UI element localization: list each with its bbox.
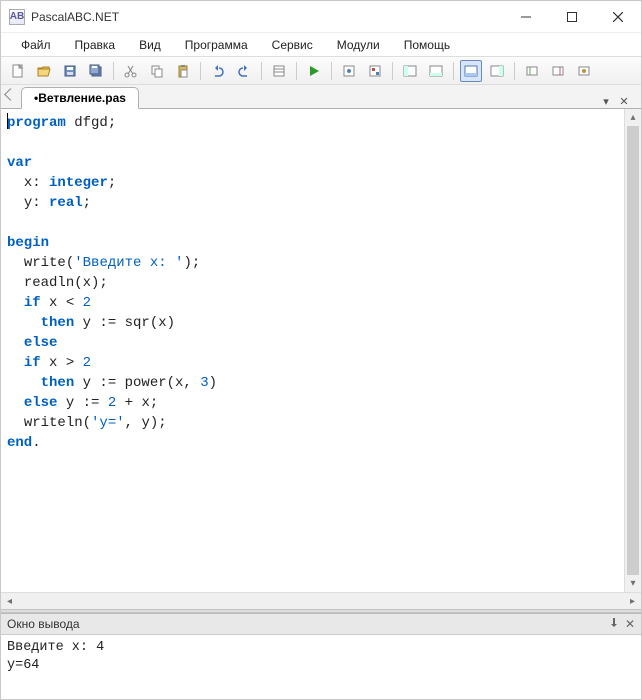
tabbar: •Ветвление.pas ▾ ✕ bbox=[1, 85, 641, 109]
minimize-button[interactable] bbox=[503, 2, 549, 32]
pane2-icon[interactable] bbox=[425, 60, 447, 82]
tab-active[interactable]: •Ветвление.pas bbox=[21, 87, 139, 109]
run-icon[interactable] bbox=[303, 60, 325, 82]
tab-dropdown-icon[interactable]: ▾ bbox=[599, 94, 613, 108]
paste-icon[interactable] bbox=[172, 60, 194, 82]
copy-icon[interactable] bbox=[146, 60, 168, 82]
code-editor[interactable]: program dfgd; var x: integer; y: real; b… bbox=[1, 109, 624, 592]
compile-icon[interactable] bbox=[338, 60, 360, 82]
output-line: y=64 bbox=[7, 658, 39, 673]
text-caret bbox=[7, 113, 8, 129]
redo-icon[interactable] bbox=[233, 60, 255, 82]
tool2-icon[interactable] bbox=[547, 60, 569, 82]
close-button[interactable] bbox=[595, 2, 641, 32]
window-title: PascalABC.NET bbox=[31, 10, 119, 24]
menu-modules[interactable]: Модули bbox=[325, 35, 392, 55]
cut-icon[interactable] bbox=[120, 60, 142, 82]
output-close-icon[interactable]: ✕ bbox=[625, 617, 635, 631]
menubar: Файл Правка Вид Программа Сервис Модули … bbox=[1, 33, 641, 57]
output-panel[interactable]: Введите x: 4 y=64 bbox=[1, 635, 641, 699]
pane3-icon[interactable] bbox=[486, 60, 508, 82]
scroll-right-icon[interactable]: ▸ bbox=[624, 593, 641, 609]
pane-active-icon[interactable] bbox=[460, 60, 482, 82]
build-icon[interactable] bbox=[364, 60, 386, 82]
app-icon: AB bbox=[9, 9, 25, 25]
scroll-thumb[interactable] bbox=[627, 126, 639, 575]
scroll-left-icon[interactable]: ◂ bbox=[1, 593, 18, 609]
properties-icon[interactable] bbox=[268, 60, 290, 82]
new-file-icon[interactable] bbox=[7, 60, 29, 82]
menu-view[interactable]: Вид bbox=[127, 35, 173, 55]
output-panel-header: Окно вывода ✕ bbox=[1, 613, 641, 635]
save-icon[interactable] bbox=[59, 60, 81, 82]
undo-icon[interactable] bbox=[207, 60, 229, 82]
menu-program[interactable]: Программа bbox=[173, 35, 260, 55]
titlebar: AB PascalABC.NET bbox=[1, 1, 641, 33]
tool3-icon[interactable] bbox=[573, 60, 595, 82]
output-line: Введите x: 4 bbox=[7, 640, 104, 655]
menu-service[interactable]: Сервис bbox=[260, 35, 325, 55]
tool1-icon[interactable] bbox=[521, 60, 543, 82]
editor-pane: program dfgd; var x: integer; y: real; b… bbox=[1, 109, 641, 592]
horizontal-scrollbar[interactable]: ◂ ▸ bbox=[1, 592, 641, 609]
scroll-down-icon[interactable]: ▾ bbox=[625, 575, 641, 592]
menu-edit[interactable]: Правка bbox=[63, 35, 128, 55]
menu-file[interactable]: Файл bbox=[9, 35, 63, 55]
scroll-track[interactable] bbox=[18, 593, 624, 609]
maximize-button[interactable] bbox=[549, 2, 595, 32]
menu-help[interactable]: Помощь bbox=[392, 35, 462, 55]
output-panel-title: Окно вывода bbox=[7, 617, 80, 631]
save-all-icon[interactable] bbox=[85, 60, 107, 82]
toolbar bbox=[1, 57, 641, 85]
pane1-icon[interactable] bbox=[399, 60, 421, 82]
vertical-scrollbar[interactable]: ▴ ▾ bbox=[624, 109, 641, 592]
open-file-icon[interactable] bbox=[33, 60, 55, 82]
scroll-up-icon[interactable]: ▴ bbox=[625, 109, 641, 126]
window-controls bbox=[503, 2, 641, 32]
pin-icon[interactable] bbox=[609, 617, 619, 631]
tab-close-icon[interactable]: ✕ bbox=[617, 94, 631, 108]
